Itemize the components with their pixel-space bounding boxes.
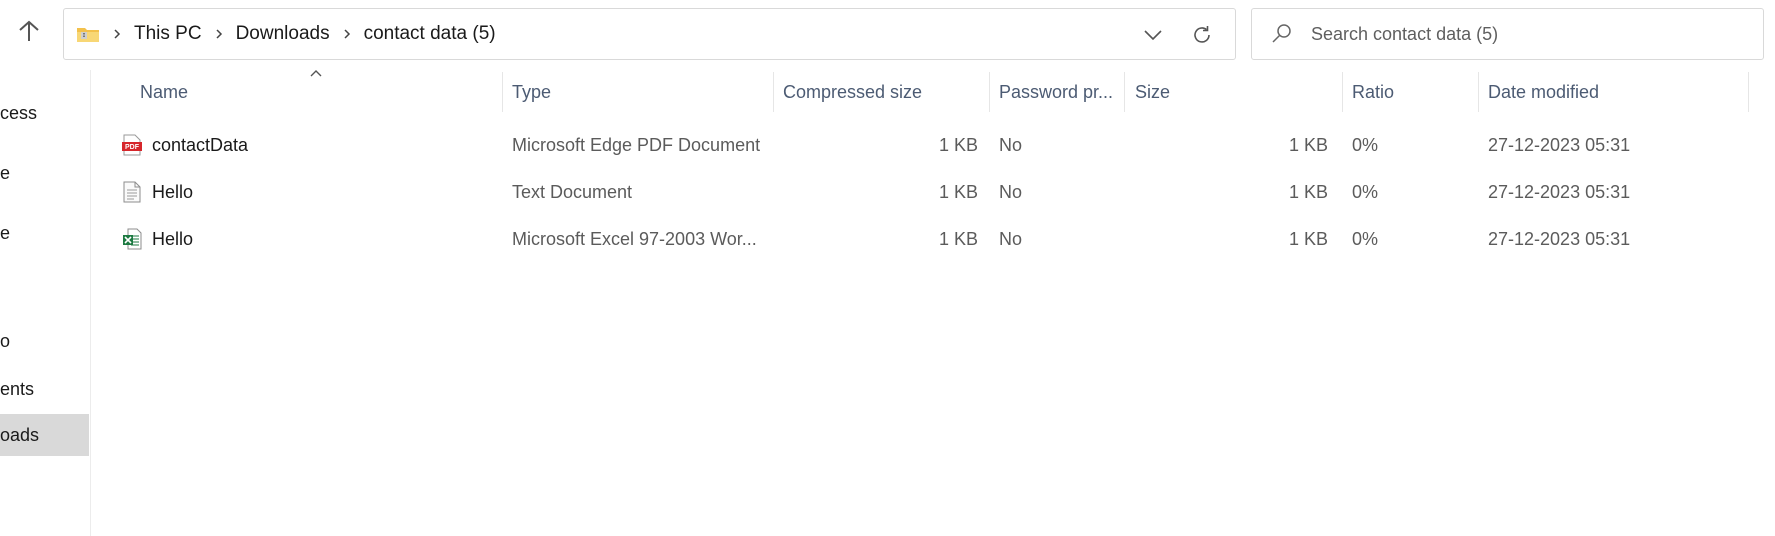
column-header-size[interactable]: Size (1135, 70, 1170, 114)
nav-item-o[interactable]: o (0, 326, 10, 356)
file-name: Hello (152, 182, 194, 202)
file-type: Microsoft Edge PDF Document (512, 135, 761, 155)
breadcrumb-current-folder[interactable]: contact data (5) (364, 23, 496, 45)
address-history-dropdown[interactable] (1140, 22, 1166, 48)
file-name: contactData (152, 135, 249, 155)
refresh-button[interactable] (1188, 21, 1216, 49)
zip-folder-icon (76, 24, 100, 44)
nav-item-documents[interactable]: ents (0, 374, 34, 404)
column-divider[interactable] (989, 72, 990, 112)
sort-ascending-icon (310, 70, 322, 77)
file-type: Text Document (512, 182, 633, 202)
file-ratio: 0% (1352, 182, 1379, 202)
column-header-compressed-size[interactable]: Compressed size (783, 70, 922, 114)
chevron-right-icon (112, 28, 122, 40)
chevron-down-icon (1144, 30, 1162, 41)
search-placeholder: Search contact data (5) (1311, 24, 1499, 44)
column-divider[interactable] (1478, 72, 1479, 112)
file-date-modified: 27-12-2023 05:31 (1488, 135, 1631, 155)
file-ratio: 0% (1352, 229, 1379, 249)
column-divider[interactable] (1124, 72, 1125, 112)
file-compressed-size: 1 KB (938, 229, 978, 249)
pdf-file-icon: PDF (122, 134, 142, 156)
column-divider[interactable] (773, 72, 774, 112)
column-header-password[interactable]: Password pr... (999, 70, 1113, 114)
file-password: No (999, 182, 1023, 202)
file-size: 1 KB (1288, 135, 1328, 155)
file-ratio: 0% (1352, 135, 1379, 155)
address-bar[interactable]: This PC Downloads contact data (5) (63, 8, 1236, 60)
file-type: Microsoft Excel 97-2003 Wor... (512, 229, 757, 249)
refresh-icon (1194, 26, 1210, 43)
breadcrumb-downloads[interactable]: Downloads (236, 23, 330, 45)
table-row[interactable]: PDF contactData Microsoft Edge PDF Docum… (96, 124, 1746, 166)
file-name: Hello (152, 229, 194, 249)
file-password: No (999, 135, 1023, 155)
up-one-level-button[interactable] (14, 16, 44, 46)
nav-item-quick-access[interactable]: cess (0, 98, 37, 128)
column-header-type[interactable]: Type (512, 70, 551, 114)
nav-item-downloads[interactable]: oads (0, 414, 89, 456)
svg-text:PDF: PDF (125, 144, 140, 151)
excel-file-icon (123, 228, 142, 250)
file-password: No (999, 229, 1023, 249)
column-header-ratio[interactable]: Ratio (1352, 70, 1394, 114)
search-icon (1272, 24, 1291, 43)
file-size: 1 KB (1288, 229, 1328, 249)
table-row[interactable]: Hello Microsoft Excel 97-2003 Wor... 1 K… (96, 218, 1746, 260)
search-box[interactable]: Search contact data (5) (1251, 8, 1764, 60)
file-compressed-size: 1 KB (938, 135, 978, 155)
table-row[interactable]: Hello Text Document 1 KB No 1 KB 0% 27-1… (96, 171, 1746, 213)
column-header-date-modified[interactable]: Date modified (1488, 70, 1599, 114)
column-divider[interactable] (1342, 72, 1343, 112)
file-date-modified: 27-12-2023 05:31 (1488, 182, 1631, 202)
breadcrumb: This PC Downloads contact data (5) (76, 9, 496, 59)
column-header-name[interactable]: Name (140, 70, 188, 114)
text-file-icon (123, 181, 141, 203)
breadcrumb-this-pc[interactable]: This PC (134, 23, 202, 45)
arrow-up-icon (19, 20, 39, 41)
file-size: 1 KB (1288, 182, 1328, 202)
file-date-modified: 27-12-2023 05:31 (1488, 229, 1631, 249)
navigation-pane[interactable]: cess e e o ents oads (0, 70, 91, 536)
column-divider[interactable] (1748, 72, 1749, 112)
column-divider[interactable] (502, 72, 503, 112)
file-compressed-size: 1 KB (938, 182, 978, 202)
chevron-right-icon (342, 28, 352, 40)
chevron-right-icon (214, 28, 224, 40)
nav-item-e-1[interactable]: e (0, 158, 10, 188)
nav-item-e-2[interactable]: e (0, 218, 10, 248)
